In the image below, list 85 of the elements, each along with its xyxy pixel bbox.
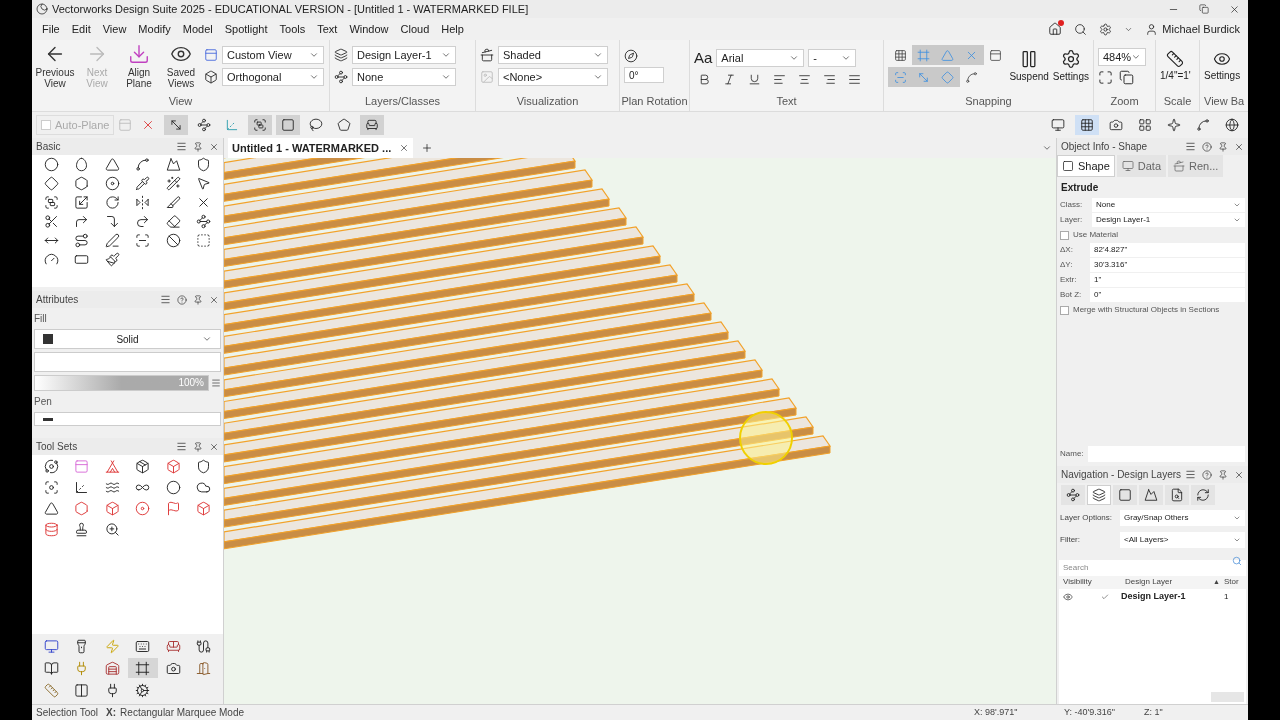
- font-size-glyph[interactable]: Aa: [694, 46, 713, 69]
- ribbon-group-label: View: [167, 93, 194, 109]
- info-tab[interactable]: Shape: [1057, 155, 1115, 177]
- rotation-field[interactable]: 0°: [624, 67, 664, 84]
- column-header[interactable]: Design Layer: [1099, 576, 1210, 588]
- ribbon-group-label: Snapping: [964, 93, 1013, 109]
- field-label: Filter:: [1060, 534, 1081, 546]
- ribbon-group-label: Zoom: [1109, 93, 1140, 109]
- panel-title: Tool Sets: [36, 440, 78, 454]
- field-label: Name:: [1060, 448, 1084, 460]
- coordinate-z: Z: 1": [1144, 705, 1164, 719]
- ribbon-button[interactable]: Saved Views: [162, 43, 200, 90]
- ribbon-group-label: View Ba: [1203, 93, 1246, 109]
- field-label: Layer:: [1060, 214, 1084, 226]
- panel-title: Navigation - Design Layers: [1061, 468, 1182, 482]
- status-mode: Rectangular Marquee Mode: [120, 706, 245, 720]
- ribbon-group-label: Scale: [1162, 93, 1193, 109]
- class-dropdown[interactable]: None: [352, 68, 456, 87]
- opacity-value: 100%: [178, 376, 204, 390]
- ribbon-group-label: Plan Rotation: [620, 93, 689, 109]
- menu-item[interactable]: Window: [343, 20, 395, 38]
- field-label: ΔY:: [1060, 259, 1074, 271]
- document-tab[interactable]: Untitled 1 - WATERMARKED ...: [228, 138, 414, 158]
- search-field[interactable]: Search: [1059, 559, 1246, 576]
- snap-settings-button[interactable]: Settings: [1052, 48, 1089, 84]
- view-bar-settings-button[interactable]: Settings: [1204, 49, 1241, 83]
- info-tab[interactable]: Data: [1116, 155, 1167, 177]
- value-field[interactable]: 30'3.316": [1090, 258, 1245, 272]
- layer-dropdown[interactable]: Design Layer-1: [352, 46, 456, 65]
- menu-item[interactable]: Help: [435, 20, 470, 38]
- column-header[interactable]: Stor: [1224, 576, 1246, 588]
- layer-options-dropdown[interactable]: Gray/Snap Others: [1120, 510, 1245, 526]
- coordinate-y: Y: -40'9.316": [1064, 705, 1116, 719]
- menu-item[interactable]: Edit: [65, 20, 97, 38]
- render-mode-dropdown[interactable]: Shaded: [498, 46, 608, 65]
- menu-item[interactable]: File: [36, 20, 66, 38]
- field-label: Bot Z:: [1060, 289, 1083, 301]
- menu-item[interactable]: View: [96, 20, 133, 38]
- menu-item[interactable]: Text: [311, 20, 344, 38]
- fill-label: Fill: [33, 312, 48, 326]
- panel-title: Object Info - Shape: [1061, 140, 1148, 154]
- menu-item[interactable]: Spotlight: [218, 20, 274, 38]
- menu-item[interactable]: Tools: [273, 20, 312, 38]
- object-type: Extrude: [1060, 181, 1100, 195]
- ribbon-group-label: Layers/Classes: [363, 93, 442, 109]
- view-dropdown[interactable]: Custom View: [222, 46, 324, 65]
- value-field[interactable]: 82'4.827": [1090, 243, 1245, 257]
- info-tab[interactable]: Ren...: [1168, 155, 1224, 177]
- user-name[interactable]: Michael Burdick: [1162, 20, 1240, 38]
- projection-dropdown[interactable]: Orthogonal: [222, 68, 324, 87]
- ribbon-group-label: Text: [775, 93, 798, 109]
- menu-item[interactable]: Modify: [132, 20, 177, 38]
- suspend-button[interactable]: Suspend: [1009, 48, 1049, 84]
- panel-title: Basic: [36, 140, 61, 154]
- ribbon-button[interactable]: Previous View: [36, 43, 74, 90]
- filter-dropdown[interactable]: <All Layers>: [1120, 532, 1245, 548]
- status-mode-key: X:: [106, 705, 117, 720]
- zoom-dropdown[interactable]: 484%: [1098, 47, 1146, 66]
- window-title: Vectorworks Design Suite 2025 - EDUCATIONAL VERSION - [Untitled 1 - WATERMARKED FILE]: [52, 1, 529, 17]
- column-header[interactable]: Visibility: [1059, 576, 1099, 588]
- ribbon-group-label: Visualization: [515, 93, 580, 109]
- layer-name[interactable]: Design Layer-1: [1113, 590, 1224, 604]
- field-dropdown[interactable]: None: [1092, 198, 1245, 212]
- field-dropdown[interactable]: Design Layer-1: [1092, 213, 1245, 227]
- checkbox-label: Use Material: [1073, 229, 1118, 241]
- fill-style-dropdown[interactable]: Solid: [34, 329, 221, 349]
- light-dropdown[interactable]: <None>: [498, 68, 608, 87]
- field-label: Class:: [1060, 199, 1084, 211]
- menu-item[interactable]: Cloud: [394, 20, 436, 38]
- field-label: Extr:: [1060, 274, 1078, 286]
- font-dropdown[interactable]: Arial: [716, 48, 805, 67]
- size-dropdown[interactable]: -: [808, 48, 857, 67]
- stack-order: 1: [1224, 591, 1230, 603]
- field-label: ΔX:: [1060, 244, 1074, 256]
- value-field[interactable]: 1": [1090, 273, 1245, 287]
- pen-label: Pen: [33, 395, 53, 409]
- menu-item[interactable]: Model: [176, 20, 219, 38]
- coordinate-x: X: 98'.971": [974, 705, 1019, 719]
- ribbon-button[interactable]: Align Plane: [120, 43, 158, 90]
- status-tool: Selection Tool: [36, 706, 99, 720]
- panel-title: Attributes: [36, 293, 79, 307]
- scale-button[interactable]: 1/4"=1': [1160, 49, 1191, 83]
- field-label: Layer Options:: [1060, 512, 1114, 524]
- checkbox-label: Merge with Structural Objects in Sections: [1073, 304, 1220, 316]
- value-field[interactable]: 0": [1090, 288, 1245, 302]
